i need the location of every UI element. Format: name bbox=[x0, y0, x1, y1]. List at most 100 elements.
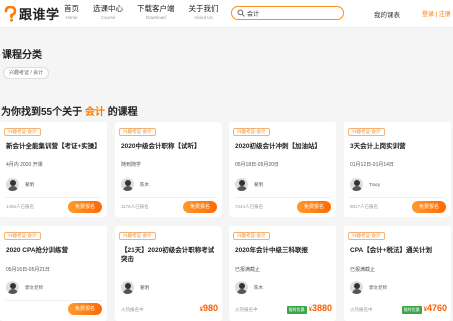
course-date: 随到随学 bbox=[121, 162, 142, 168]
avatar bbox=[350, 281, 363, 294]
teacher: 郭文老师 bbox=[6, 281, 43, 294]
avatar bbox=[6, 178, 19, 191]
teacher-name: 郭文老师 bbox=[25, 284, 43, 290]
price: 限时优惠 ¥ 4760 bbox=[401, 303, 447, 314]
category-title: 课程分类 bbox=[2, 50, 42, 61]
course-date: 4月内 2020 开课 bbox=[6, 162, 43, 168]
course-date: 05月16日-05月21日 bbox=[6, 267, 50, 273]
course-card[interactable]: 兴趣考证-会计 3天会计上岗实训营 01月12日-01月14日 Tracy 98… bbox=[344, 122, 451, 217]
price-amount: 980 bbox=[202, 303, 218, 313]
nav-download[interactable]: 下载客户端 Download bbox=[137, 4, 175, 21]
discount-badge: 限时优惠 bbox=[401, 306, 422, 314]
enroll-status: 火热报名中 bbox=[350, 307, 373, 312]
register-link[interactable]: 注册 bbox=[439, 12, 451, 18]
free-signup-button[interactable]: 免费报名 bbox=[68, 201, 102, 213]
course-title[interactable]: 2020中级会计职称【试听】 bbox=[121, 142, 217, 151]
avatar bbox=[6, 281, 19, 294]
free-signup-button[interactable]: 免费报名 bbox=[183, 201, 217, 213]
enroll-count: 1176人已报名 bbox=[121, 204, 149, 209]
login-link[interactable]: 登录 bbox=[422, 12, 434, 18]
logo-mark-icon bbox=[4, 5, 17, 22]
divider bbox=[5, 300, 102, 301]
free-signup-button[interactable]: 免费报名 bbox=[412, 201, 446, 213]
result-prefix: 为你找到55个关于 bbox=[1, 107, 83, 118]
course-title[interactable]: 新会计全能集训营【考证+实操】 bbox=[6, 142, 102, 151]
divider bbox=[234, 197, 331, 198]
enroll-status: 火热报名中 bbox=[121, 307, 144, 312]
divider bbox=[120, 197, 217, 198]
result-keyword: 会计 bbox=[84, 107, 105, 118]
teacher: 郭文老师 bbox=[350, 281, 387, 294]
course-card[interactable]: 兴趣考证-会计 2020中级会计职称【试听】 随到随学 陈木 1176人已报名 … bbox=[115, 122, 222, 217]
discount-badge: 限时优惠 bbox=[286, 306, 307, 314]
course-card[interactable]: 兴趣考证-会计 CPA【会计+税法】通关计划 已报满截止 郭文老师 火热报名中 … bbox=[344, 226, 451, 321]
course-card[interactable]: 兴趣考证-会计 新会计全能集训营【考证+实操】 4月内 2020 开课 翟明 1… bbox=[0, 122, 107, 217]
teacher: 陈木 bbox=[235, 281, 263, 294]
course-title[interactable]: 2020初级会计冲刺【加油站】 bbox=[235, 142, 331, 151]
avatar bbox=[121, 178, 134, 191]
result-suffix: 的课程 bbox=[107, 107, 138, 118]
course-tag: 兴趣考证-会计 bbox=[233, 232, 270, 240]
course-tag: 兴趣考证-会计 bbox=[4, 128, 41, 136]
teacher: 陈木 bbox=[121, 178, 149, 191]
logo[interactable]: 跟谁学 bbox=[4, 4, 60, 23]
course-title[interactable]: 2020年会计中级三科联报 bbox=[235, 246, 331, 255]
course-tag: 兴趣考证-会计 bbox=[4, 232, 41, 240]
teacher-name: 陈木 bbox=[254, 284, 263, 290]
course-tag: 兴趣考证-会计 bbox=[348, 128, 385, 136]
avatar bbox=[235, 281, 248, 294]
teacher-name: Tracy bbox=[369, 182, 381, 187]
teacher: 翟明 bbox=[121, 281, 149, 294]
avatar bbox=[121, 281, 134, 294]
free-signup-button[interactable]: 免费报名 bbox=[68, 303, 102, 315]
course-title[interactable]: 2020 CPA抢分训练营 bbox=[6, 246, 102, 255]
price: 限时优惠 ¥ 3880 bbox=[286, 303, 332, 314]
avatar bbox=[350, 178, 363, 191]
course-date: 已报满截止 bbox=[235, 267, 261, 273]
top-header: 跟谁学 首页 Home 选课中心 Course 下载客户端 Download 关… bbox=[0, 0, 453, 28]
search-input[interactable]: 会计 bbox=[247, 9, 259, 18]
enroll-status: 火热报名中 bbox=[235, 307, 258, 312]
breadcrumb[interactable]: 兴趣考证 / 会计 bbox=[3, 67, 50, 79]
auth-links: 登录 | 注册 bbox=[422, 9, 451, 18]
course-card[interactable]: 兴趣考证-会计 2020初级会计冲刺【加油站】 05月18日-05月20日 翟明… bbox=[229, 122, 336, 217]
auth-separator: | bbox=[435, 12, 438, 18]
enroll-count: 7244人已报名 bbox=[235, 204, 264, 209]
course-tag: 兴趣考证-会计 bbox=[119, 128, 156, 136]
nav-about[interactable]: 关于我们 About Us bbox=[189, 4, 219, 21]
course-title[interactable]: 3天会计上岗实训营 bbox=[350, 142, 446, 151]
course-date: 05月18日-05月20日 bbox=[235, 162, 279, 168]
course-card[interactable]: 兴趣考证-会计 2020年会计中级三科联报 已报满截止 陈木 火热报名中 限时优… bbox=[229, 226, 336, 321]
teacher-name: 翟明 bbox=[140, 284, 149, 290]
main-nav: 首页 Home 选课中心 Course 下载客户端 Download 关于我们 … bbox=[64, 4, 233, 21]
nav-home[interactable]: 首页 Home bbox=[64, 4, 79, 21]
course-date: 01月12日-01月14日 bbox=[350, 162, 394, 168]
nav-about-sublabel: About Us bbox=[194, 15, 213, 20]
teacher-name: 陈木 bbox=[140, 181, 149, 187]
free-signup-button[interactable]: 免费报名 bbox=[297, 201, 331, 213]
my-courses-link[interactable]: 我的课表 bbox=[374, 9, 400, 19]
course-card[interactable]: 兴趣考证-会计 【21天】2020初级会计职称考试突击 翟明 火热报名中 ¥ 9… bbox=[115, 226, 222, 321]
nav-course[interactable]: 选课中心 Course bbox=[93, 4, 123, 21]
teacher: 翟明 bbox=[235, 178, 263, 191]
logo-text: 跟谁学 bbox=[19, 7, 60, 22]
course-title[interactable]: 【21天】2020初级会计职称考试突击 bbox=[121, 246, 217, 264]
course-card[interactable]: 兴趣考证-会计 2020 CPA抢分训练营 05月16日-05月21日 郭文老师… bbox=[0, 226, 107, 321]
teacher-name: 翟明 bbox=[25, 181, 34, 187]
nav-download-sublabel: Download bbox=[145, 15, 166, 20]
price-amount: 4760 bbox=[426, 303, 447, 313]
divider bbox=[5, 197, 102, 198]
nav-download-label: 下载客户端 bbox=[137, 4, 175, 13]
enroll-count: 1465人已报名 bbox=[6, 204, 35, 209]
teacher-name: 郭文老师 bbox=[369, 284, 387, 290]
divider bbox=[349, 197, 446, 198]
teacher: Tracy bbox=[350, 178, 380, 191]
price-amount: 3880 bbox=[311, 303, 332, 313]
nav-home-label: 首页 bbox=[64, 4, 79, 13]
teacher-name: 翟明 bbox=[254, 181, 263, 187]
search-icon[interactable] bbox=[237, 9, 245, 17]
avatar bbox=[235, 178, 248, 191]
course-title[interactable]: CPA【会计+税法】通关计划 bbox=[350, 246, 446, 255]
nav-course-label: 选课中心 bbox=[93, 4, 123, 13]
search-box[interactable]: 会计 bbox=[231, 6, 344, 20]
